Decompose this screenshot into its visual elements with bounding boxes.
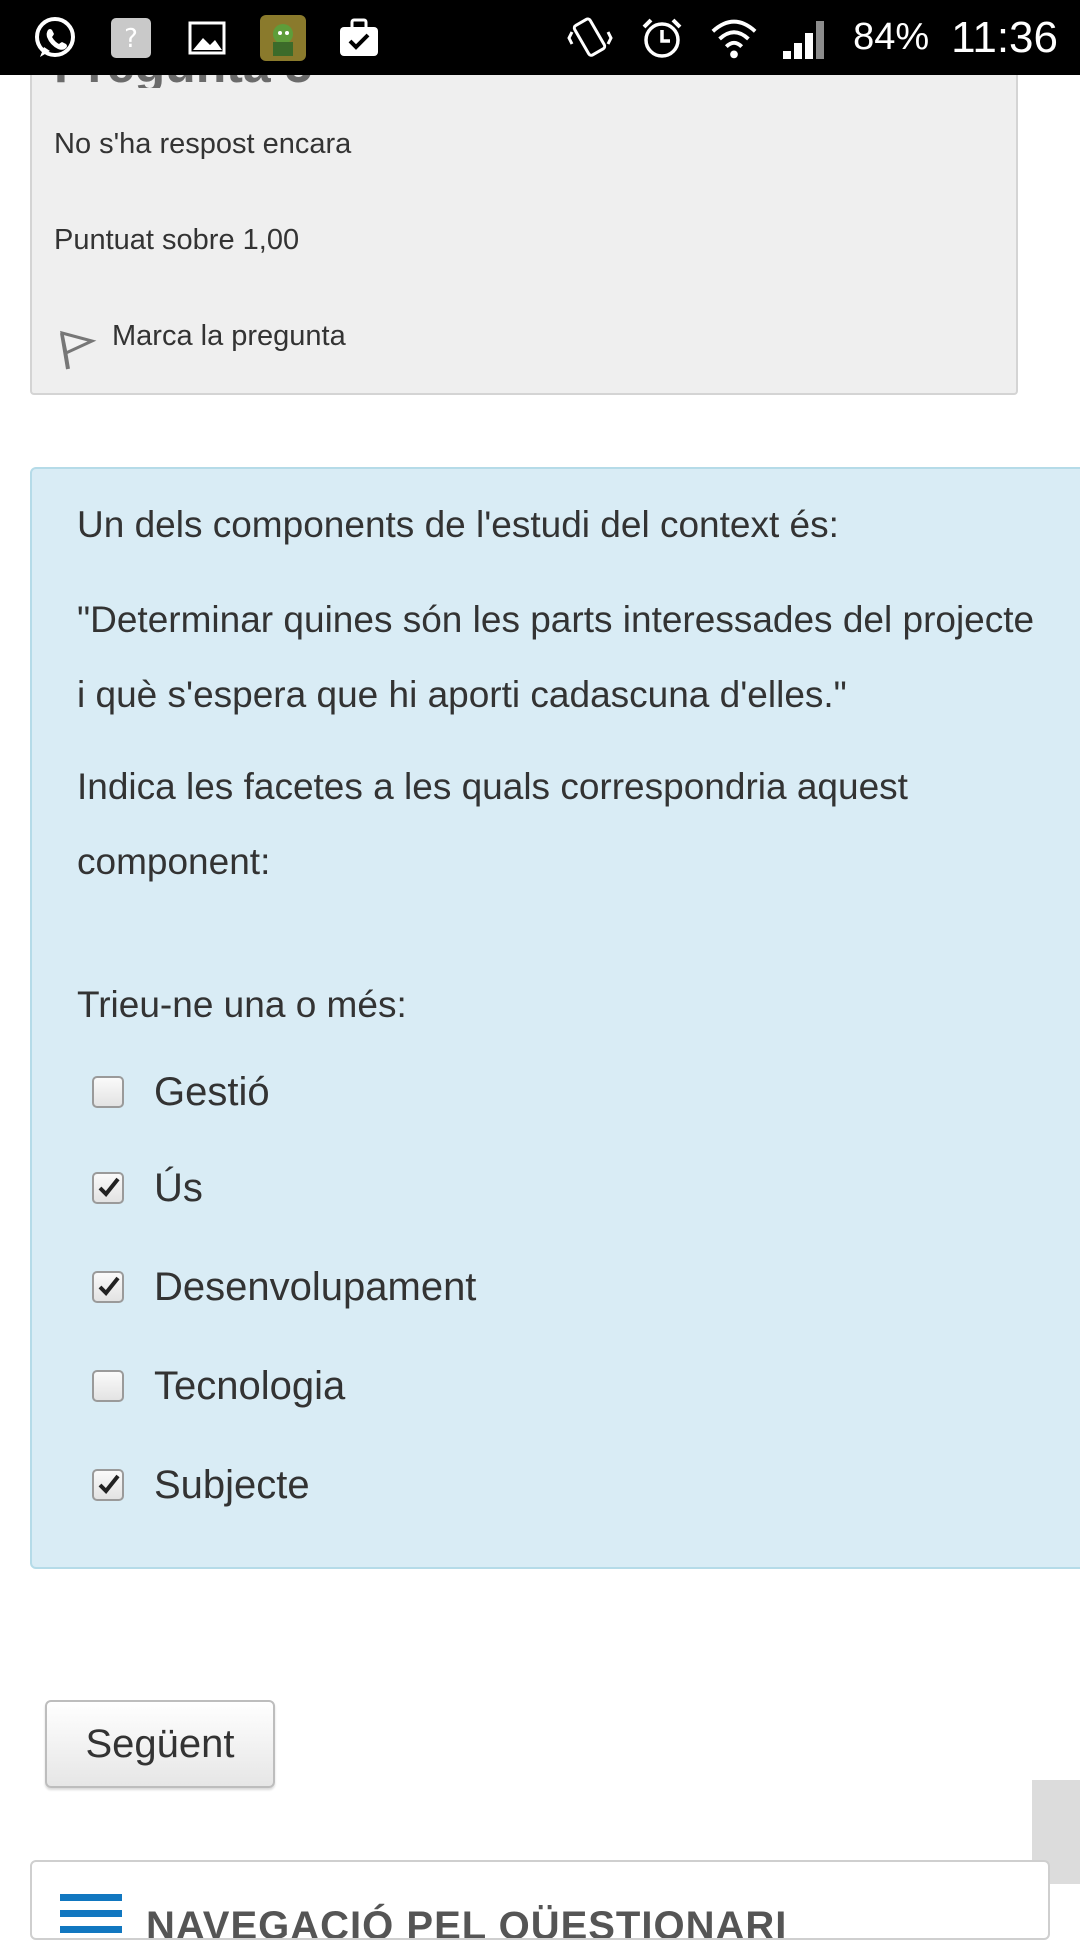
answer-option[interactable]: Subjecte (92, 1450, 310, 1520)
answer-option[interactable]: Gestió (92, 1057, 270, 1127)
status-bar: ? 84% 11:36 (0, 0, 1080, 75)
system-status: 84% 11:36 (565, 0, 1058, 75)
answer-checkbox[interactable] (92, 1370, 124, 1402)
question-content-box: Un dels components de l'estudi del conte… (30, 467, 1080, 1569)
briefcase-check-icon (334, 13, 384, 63)
question-text-quote: "Determinar quines són les parts interes… (77, 599, 1035, 715)
answer-checkbox[interactable] (92, 1076, 124, 1108)
answer-option[interactable]: Desenvolupament (92, 1252, 476, 1322)
answer-prompt: Trieu-ne una o més: (77, 984, 407, 1025)
clock-time: 11:36 (951, 12, 1058, 62)
checkmark-icon (98, 1276, 120, 1296)
question-text-intro: Un dels components de l'estudi del conte… (77, 504, 839, 545)
wifi-icon (709, 13, 759, 63)
question-text-instruction: Indica les facetes a les quals correspon… (77, 766, 908, 882)
answer-option-label[interactable]: Subjecte (154, 1463, 310, 1508)
alarm-icon (637, 13, 687, 63)
question-info-box: Pregunta 5 No s'ha respost encara Puntua… (30, 40, 1018, 395)
svg-text:?: ? (124, 24, 138, 54)
menu-icon[interactable] (60, 1894, 122, 1934)
answer-checkbox[interactable] (92, 1172, 124, 1204)
answer-checkbox[interactable] (92, 1469, 124, 1501)
whatsapp-icon (30, 13, 80, 63)
question-grade: Puntuat sobre 1,00 (54, 224, 300, 256)
checkmark-icon (98, 1177, 120, 1197)
gallery-icon (182, 13, 232, 63)
game-app-icon (258, 13, 308, 63)
battery-percent: 84% (853, 16, 930, 58)
answer-option[interactable]: Ús (92, 1153, 203, 1223)
answer-option-label[interactable]: Tecnologia (154, 1364, 345, 1409)
quiz-navigation-title: NAVEGACIÓ PEL QÜESTIONARI (146, 1904, 788, 1940)
flag-question-link[interactable]: Marca la pregunta (112, 320, 346, 353)
question-state: No s'ha respost encara (54, 128, 352, 160)
flag-icon[interactable] (56, 327, 98, 373)
vibrate-icon (565, 13, 615, 63)
checkmark-icon (98, 1474, 120, 1494)
answer-checkbox[interactable] (92, 1271, 124, 1303)
answer-option-label[interactable]: Gestió (154, 1070, 270, 1115)
unknown-app-icon: ? (106, 13, 156, 63)
signal-icon (781, 13, 831, 63)
answer-option-label[interactable]: Ús (154, 1166, 203, 1211)
notification-icons: ? (30, 0, 384, 75)
answer-option-label[interactable]: Desenvolupament (154, 1265, 476, 1310)
answer-option[interactable]: Tecnologia (92, 1351, 345, 1421)
quiz-navigation-block: NAVEGACIÓ PEL QÜESTIONARI (30, 1860, 1050, 1940)
next-button[interactable]: Següent (45, 1700, 275, 1788)
